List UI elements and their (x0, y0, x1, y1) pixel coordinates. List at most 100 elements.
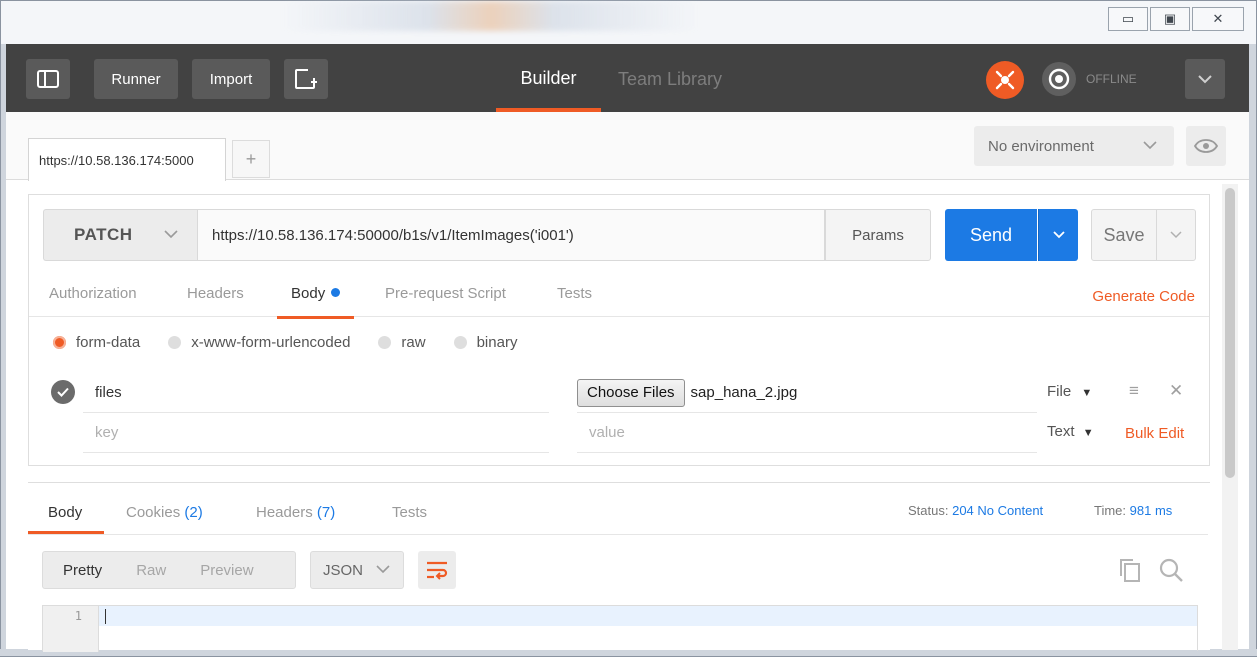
eye-icon (1194, 139, 1218, 153)
tab-count: (2) (184, 504, 203, 521)
response-status: Status: 204 No Content (908, 503, 1043, 518)
response-tab-body[interactable]: Body (27, 504, 105, 534)
minimize-icon[interactable]: ▭ (1108, 7, 1148, 31)
type-select[interactable]: Text ▼ (1047, 423, 1094, 440)
radio-selected-icon (53, 335, 66, 349)
view-preview-button[interactable]: Preview (184, 562, 271, 579)
radio-binary[interactable]: binary (453, 333, 518, 351)
delete-row-icon[interactable]: ✕ (1169, 381, 1183, 401)
method-select[interactable]: PATCH (43, 209, 197, 261)
offline-label: OFFLINE (1086, 72, 1137, 86)
response-editor[interactable]: 1 (42, 605, 1198, 652)
time-value: 981 ms (1129, 503, 1173, 518)
view-mode-group: Pretty Raw Preview (42, 551, 296, 589)
line-number-gutter: 1 (43, 606, 99, 652)
sync-icon[interactable] (986, 61, 1024, 99)
reorder-handle-icon[interactable]: ≡ (1129, 381, 1139, 401)
type-select[interactable]: File ▼ (1047, 383, 1092, 400)
save-options-button[interactable] (1156, 209, 1196, 261)
params-button[interactable]: Params (825, 209, 931, 261)
tab-headers[interactable]: Headers (187, 285, 244, 302)
radio-unselected-icon (453, 335, 467, 349)
scrollbar-thumb[interactable] (1225, 188, 1235, 478)
tab-authorization[interactable]: Authorization (49, 285, 137, 302)
window-frame-right (1249, 44, 1257, 657)
account-menu-button[interactable] (1185, 59, 1225, 99)
close-icon[interactable]: ✕ (1192, 7, 1244, 31)
value-field[interactable]: Choose Files sap_hana_2.jpg (577, 373, 1037, 413)
wrap-lines-button[interactable] (418, 551, 456, 589)
key-field[interactable]: files (83, 373, 549, 413)
response-tab-tests[interactable]: Tests (392, 504, 427, 521)
language-select[interactable]: JSON (310, 551, 404, 589)
value-field[interactable]: value (577, 413, 1037, 453)
offline-status-icon[interactable] (1042, 62, 1076, 96)
modified-dot-icon (331, 288, 341, 297)
row-enabled-checkbox[interactable] (51, 380, 75, 404)
runner-button[interactable]: Runner (94, 59, 178, 99)
status-label: Status: (908, 503, 949, 518)
chevron-down-icon (1170, 231, 1182, 239)
radio-x-www-form-urlencoded[interactable]: x-www-form-urlencoded (168, 334, 350, 351)
check-icon (57, 387, 69, 397)
tab-team-library[interactable]: Team Library (618, 44, 722, 112)
radio-label: binary (476, 333, 518, 351)
window-title-bar: ▭ ▣ ✕ (0, 0, 1257, 44)
line-number: 1 (74, 609, 82, 623)
method-label: PATCH (74, 225, 133, 244)
radio-label: form-data (76, 333, 141, 351)
request-subtabs: Authorization Headers Body Pre-request S… (29, 271, 1209, 319)
tab-count: (7) (316, 504, 336, 521)
view-pretty-button[interactable]: Pretty (43, 562, 120, 579)
toggle-sidebar-button[interactable] (26, 59, 70, 99)
response-tab-cookies[interactable]: Cookies (2) (126, 504, 203, 521)
radio-form-data[interactable]: form-data (53, 334, 140, 351)
view-raw-button[interactable]: Raw (120, 562, 184, 579)
type-label: File (1047, 383, 1072, 400)
wrap-lines-icon (427, 561, 448, 580)
request-panel: PATCH https://10.58.136.174:50000/b1s/v1… (28, 194, 1210, 466)
time-label: Time: (1094, 503, 1127, 518)
request-tab-bar: https://10.58.136.174:5000 + No environm… (6, 112, 1249, 181)
language-label: JSON (323, 561, 364, 579)
maximize-icon[interactable]: ▣ (1150, 7, 1190, 31)
chevron-down-icon (164, 230, 178, 239)
new-window-button[interactable] (284, 59, 328, 99)
body-mode-options: form-data x-www-form-urlencoded raw bina… (53, 331, 545, 353)
search-icon[interactable] (1158, 557, 1184, 583)
text-cursor (105, 609, 106, 624)
chevron-down-icon (1143, 141, 1157, 150)
import-button[interactable]: Import (192, 59, 270, 99)
save-button[interactable]: Save (1091, 209, 1157, 261)
tab-pre-request-script[interactable]: Pre-request Script (385, 285, 506, 302)
chevron-down-icon (1198, 75, 1212, 84)
tab-body[interactable]: Body (276, 285, 355, 319)
copy-icon[interactable] (1118, 557, 1142, 583)
tab-tests[interactable]: Tests (557, 285, 592, 302)
generate-code-link[interactable]: Generate Code (1092, 288, 1195, 305)
vertical-scrollbar[interactable] (1222, 184, 1238, 650)
choose-files-button[interactable]: Choose Files (577, 378, 685, 407)
app-header: Runner Import Builder Team Library OFFLI… (6, 44, 1249, 112)
radio-raw[interactable]: raw (378, 333, 426, 351)
radio-label: raw (401, 333, 426, 351)
chevron-down-icon (1052, 231, 1065, 239)
environment-quick-look-button[interactable] (1186, 126, 1226, 166)
new-window-icon (295, 69, 317, 89)
tab-label: Headers (256, 504, 313, 521)
add-tab-button[interactable]: + (232, 140, 270, 178)
selected-file-name: sap_hana_2.jpg (690, 384, 798, 401)
caret-down-icon: ▼ (1082, 427, 1094, 439)
bulk-edit-link[interactable]: Bulk Edit (1125, 425, 1184, 442)
radio-unselected-icon (378, 335, 392, 349)
url-input[interactable]: https://10.58.136.174:50000/b1s/v1/ItemI… (197, 209, 825, 261)
environment-select[interactable]: No environment (974, 126, 1174, 166)
key-field[interactable]: key (83, 413, 549, 453)
response-tabs: Body Cookies (2) Headers (7) Tests Statu… (27, 483, 1208, 535)
send-options-button[interactable] (1038, 209, 1078, 261)
request-tab[interactable]: https://10.58.136.174:5000 (28, 138, 226, 181)
type-label: Text (1047, 423, 1075, 440)
response-tab-headers[interactable]: Headers (7) (256, 504, 335, 521)
send-button[interactable]: Send (945, 209, 1037, 261)
tab-builder[interactable]: Builder (496, 44, 601, 112)
